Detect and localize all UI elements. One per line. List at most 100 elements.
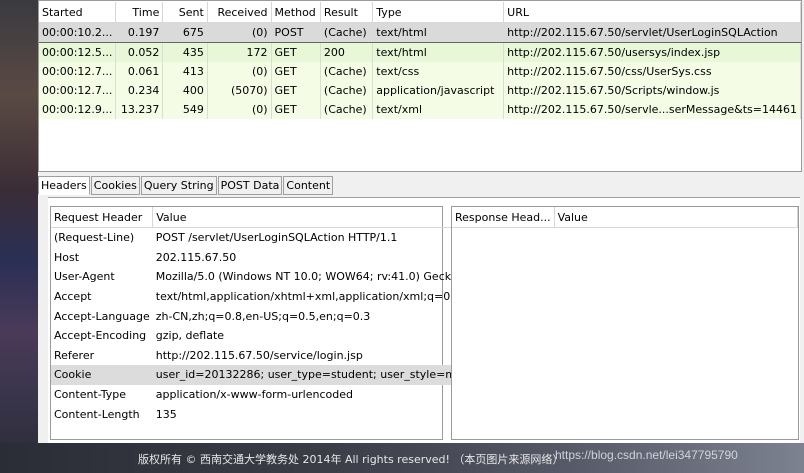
response-headers-header: Response Head... Value <box>452 207 799 228</box>
cell-received: (5070) <box>207 81 272 100</box>
cell-sent: 675 <box>162 22 208 43</box>
session-table: Started Time Sent Received Method Result… <box>39 2 801 119</box>
header-name: User-Agent <box>54 270 115 284</box>
cell-time: 0.061 <box>115 62 164 81</box>
header-value: http://202.115.67.50/service/login.jsp <box>155 348 363 362</box>
header-value: user_id=20132286; user_type=student; use… <box>152 365 477 385</box>
response-headers-table: Response Head... Value <box>452 207 799 228</box>
request-headers-panel: Request Header Value (Request-Line) POST … <box>50 206 477 440</box>
header-row[interactable]: Accept-Encoding gzip, deflate <box>51 326 476 346</box>
header-name: Referer <box>54 348 95 362</box>
session-list-panel: Started Time Sent Received Method Result… <box>38 0 802 172</box>
cell-type: application/javascript <box>372 81 505 100</box>
cell-received: (0) <box>207 100 272 119</box>
header-value: text/html,application/xhtml+xml,applicat… <box>155 290 472 304</box>
background-photo <box>0 0 38 473</box>
cell-started: 00:00:12.7... <box>39 81 117 100</box>
session-row[interactable]: 00:00:12.7... 0.061 413 (0) GET (Cache) … <box>39 62 801 81</box>
cell-sent: 549 <box>162 100 208 119</box>
headers-tab-panel: Request Header Value (Request-Line) POST … <box>48 197 800 444</box>
cell-result: 200 <box>320 42 374 62</box>
cell-received: (0) <box>207 22 272 43</box>
tab-content[interactable]: Content <box>283 176 334 195</box>
header-value: application/x-www-form-urlencoded <box>155 388 353 402</box>
column-value[interactable]: Value <box>554 207 799 228</box>
header-row[interactable]: Referer http://202.115.67.50/service/logi… <box>51 346 476 366</box>
session-row[interactable]: 00:00:10.2... 0.197 675 (0) POST (Cache)… <box>39 22 801 43</box>
detail-tabs: Headers Cookies Query String POST Data C… <box>38 176 334 195</box>
header-row[interactable]: (Request-Line) POST /servlet/UserLoginSQL… <box>51 228 476 248</box>
cell-url: http://202.115.67.50/servle...serMessage… <box>503 100 801 119</box>
cell-time: 0.234 <box>115 81 164 100</box>
cell-received: 172 <box>207 42 272 62</box>
request-headers-header: Request Header Value <box>51 207 477 228</box>
header-name: Accept-Encoding <box>54 329 147 343</box>
cell-url: http://202.115.67.50/css/UserSys.css <box>503 62 801 81</box>
cell-started: 00:00:12.7... <box>39 62 117 81</box>
cell-started: 00:00:12.9... <box>39 100 117 119</box>
column-url[interactable]: URL <box>503 2 801 23</box>
header-name: Accept <box>54 290 92 304</box>
header-name: Host <box>54 250 80 264</box>
cell-type: text/css <box>372 62 505 81</box>
column-time[interactable]: Time <box>115 2 164 23</box>
column-type[interactable]: Type <box>372 2 505 23</box>
httpwatch-window: Started Time Sent Received Method Result… <box>38 0 804 444</box>
page-footer-copyright: 版权所有 © 西南交通大学教务处 2014年 All rights reserv… <box>138 453 564 466</box>
column-request-header[interactable]: Request Header <box>51 207 154 228</box>
column-method[interactable]: Method <box>271 2 321 23</box>
request-headers-table: Request Header Value (Request-Line) POST … <box>51 207 477 424</box>
cell-type: text/xml <box>372 100 505 119</box>
header-value: POST /servlet/UserLoginSQLAction HTTP/1.… <box>155 231 398 245</box>
cell-method: GET <box>271 62 321 81</box>
cell-time: 0.052 <box>115 42 164 62</box>
tab-cookies[interactable]: Cookies <box>90 176 140 195</box>
cell-result: (Cache) <box>320 22 374 43</box>
session-row[interactable]: 00:00:12.5... 0.052 435 172 GET 200 text… <box>39 42 801 62</box>
response-headers-panel: Response Head... Value <box>451 206 799 440</box>
cell-result: (Cache) <box>320 81 374 100</box>
header-name: Content-Length <box>54 407 140 421</box>
header-name: (Request-Line) <box>54 231 135 245</box>
cell-type: text/html <box>372 22 505 43</box>
header-value: zh-CN,zh;q=0.8,en-US;q=0.5,en;q=0.3 <box>155 309 371 323</box>
header-value: 202.115.67.50 <box>155 250 237 264</box>
cell-method: POST <box>271 22 321 43</box>
cell-method: GET <box>271 100 321 119</box>
session-table-header: Started Time Sent Received Method Result… <box>39 2 801 23</box>
cell-started: 00:00:10.2... <box>39 22 117 43</box>
header-value: 135 <box>155 407 177 421</box>
cell-url: http://202.115.67.50/usersys/index.jsp <box>503 42 801 62</box>
cell-method: GET <box>271 81 321 100</box>
cell-sent: 400 <box>162 81 208 100</box>
header-value: gzip, deflate <box>155 329 225 343</box>
header-name: Cookie <box>51 365 153 385</box>
cell-url: http://202.115.67.50/servlet/UserLoginSQ… <box>503 22 801 43</box>
cell-result: (Cache) <box>320 62 374 81</box>
header-row-selected[interactable]: Cookie user_id=20132286; user_type=studen… <box>51 365 477 385</box>
session-row[interactable]: 00:00:12.9... 13.237 549 (0) GET (Cache)… <box>39 100 801 119</box>
header-name: Content-Type <box>54 388 126 402</box>
header-row[interactable]: Accept-Language zh-CN,zh;q=0.8,en-US;q=0.… <box>51 306 476 326</box>
header-name: Accept-Language <box>54 309 150 323</box>
cell-received: (0) <box>207 62 272 81</box>
header-row[interactable]: Host 202.115.67.50 <box>51 248 476 268</box>
cell-result: (Cache) <box>320 100 374 119</box>
header-row[interactable]: User-Agent Mozilla/5.0 (Windows NT 10.0; … <box>51 267 476 287</box>
session-row[interactable]: 00:00:12.7... 0.234 400 (5070) GET (Cach… <box>39 81 801 100</box>
tab-query-string[interactable]: Query String <box>140 176 217 195</box>
header-row[interactable]: Content-Length 135 <box>51 404 476 424</box>
cell-time: 13.237 <box>115 100 164 119</box>
tab-post-data[interactable]: POST Data <box>217 176 283 195</box>
tab-headers[interactable]: Headers <box>38 176 90 195</box>
header-row[interactable]: Content-Type application/x-www-form-urlen… <box>51 385 476 405</box>
column-response-header[interactable]: Response Head... <box>452 207 555 228</box>
column-value[interactable]: Value <box>152 207 477 228</box>
column-received[interactable]: Received <box>207 2 272 23</box>
column-sent[interactable]: Sent <box>162 2 208 23</box>
header-row[interactable]: Accept text/html,application/xhtml+xml,ap… <box>51 287 476 307</box>
header-value: Mozilla/5.0 (Windows NT 10.0; WOW64; rv:… <box>155 270 468 284</box>
watermark-text: https://blog.csdn.net/lei347795790 <box>555 448 738 462</box>
column-started[interactable]: Started <box>39 2 117 23</box>
column-result[interactable]: Result <box>320 2 374 23</box>
